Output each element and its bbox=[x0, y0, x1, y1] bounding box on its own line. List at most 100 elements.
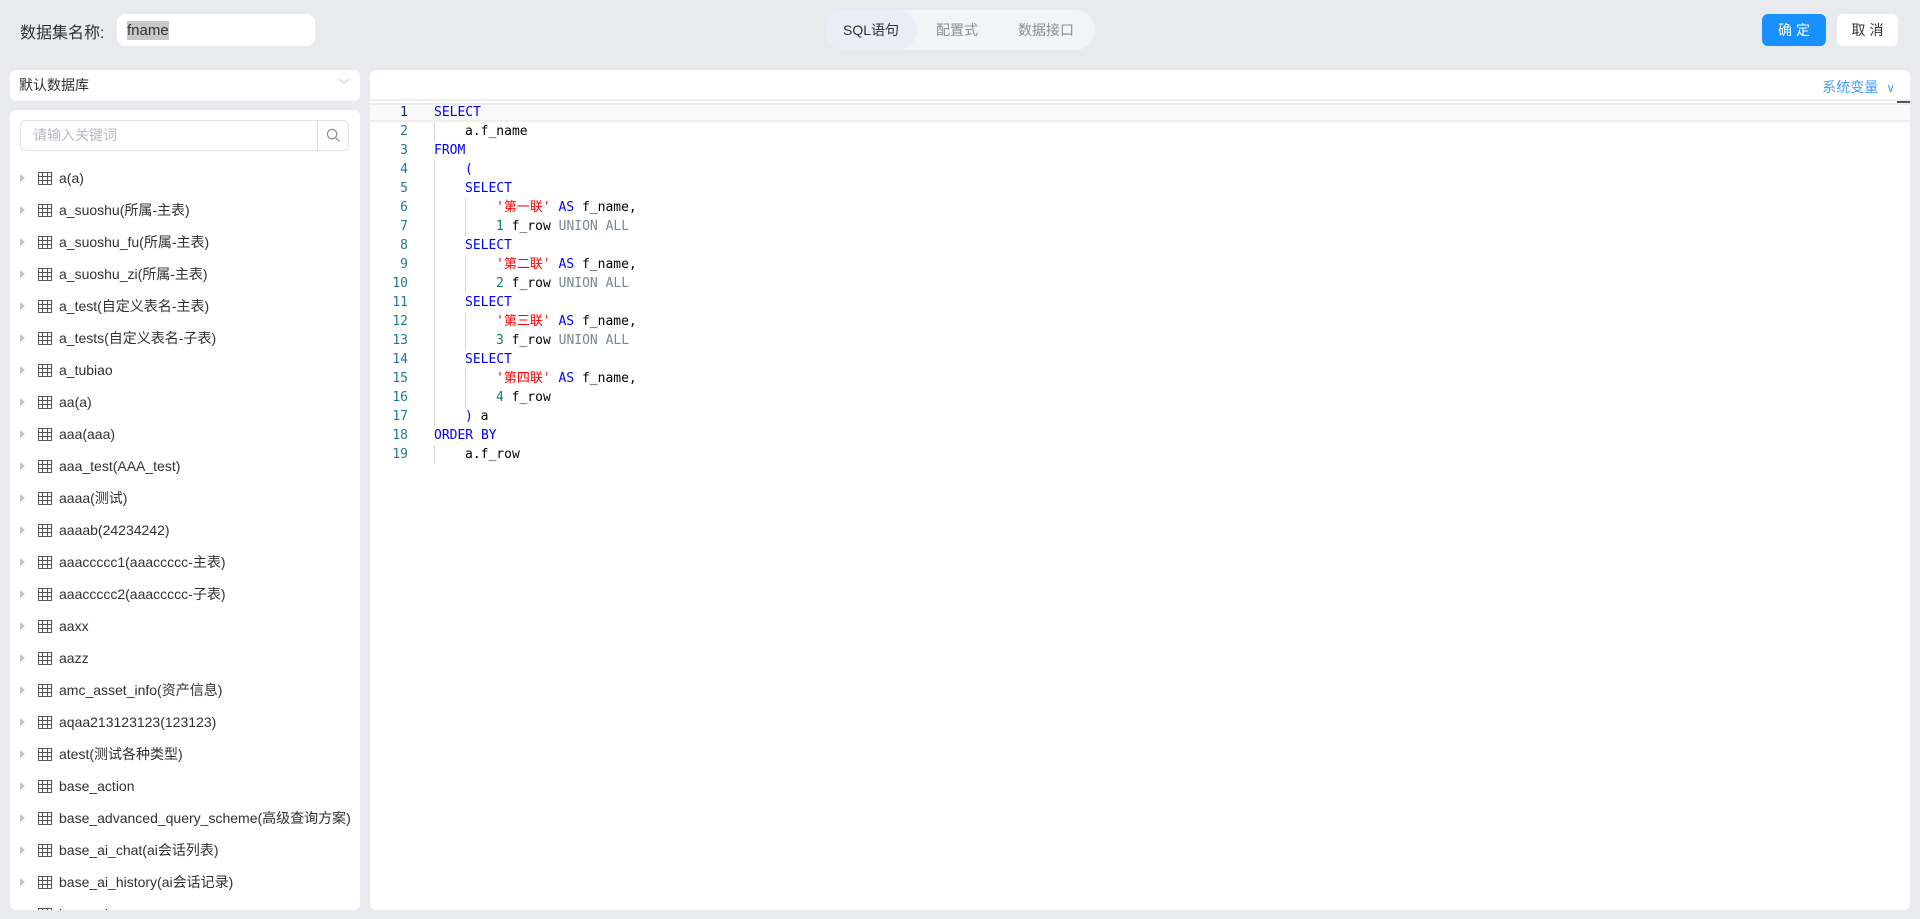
code-line: 3 FROM bbox=[370, 141, 1910, 160]
table-list-panel: 请输入关键词 a(a) a_suoshu(所属-主表) a_suoshu_fu(所属… bbox=[10, 110, 360, 910]
table-tree-item[interactable]: aaaa(测试) bbox=[10, 482, 360, 514]
code-line: 8 SELECT bbox=[370, 236, 1910, 255]
code-text: SELECT bbox=[465, 350, 512, 369]
line-number: 7 bbox=[400, 219, 408, 234]
code-line: 18 ORDER BY bbox=[370, 426, 1910, 445]
table-tree-item[interactable]: a_suoshu_fu(所属-主表) bbox=[10, 226, 360, 258]
indent-guide bbox=[465, 274, 466, 293]
expand-arrow-icon[interactable] bbox=[20, 430, 25, 438]
code-token: SELECT bbox=[434, 105, 481, 120]
expand-arrow-icon[interactable] bbox=[20, 270, 25, 278]
table-tree-item[interactable]: aaxx bbox=[10, 610, 360, 642]
table-tree-item[interactable]: base_ai_chat(ai会话列表) bbox=[10, 834, 360, 866]
tab-data-api[interactable]: 数据接口 bbox=[997, 10, 1095, 50]
table-tree-item[interactable]: a_tests(自定义表名-子表) bbox=[10, 322, 360, 354]
expand-arrow-icon[interactable] bbox=[20, 302, 25, 310]
expand-arrow-icon[interactable] bbox=[20, 206, 25, 214]
table-tree-item[interactable]: base_advanced_query_scheme(高级查询方案) bbox=[10, 802, 360, 834]
indent-guide bbox=[434, 369, 435, 388]
expand-arrow-icon[interactable] bbox=[20, 398, 25, 406]
table-icon bbox=[38, 683, 52, 697]
table-name: amc_asset_info(资产信息) bbox=[59, 682, 223, 698]
expand-arrow-icon[interactable] bbox=[20, 366, 25, 374]
table-tree-item[interactable]: base_ai_history(ai会话记录) bbox=[10, 866, 360, 898]
table-tree-item[interactable]: base_action bbox=[10, 770, 360, 802]
table-tree-item[interactable]: aaa_test(AAA_test) bbox=[10, 450, 360, 482]
line-number: 4 bbox=[400, 162, 408, 177]
code-token: FROM bbox=[434, 143, 466, 158]
expand-arrow-icon[interactable] bbox=[20, 558, 25, 566]
line-number: 19 bbox=[392, 447, 408, 462]
expand-arrow-icon[interactable] bbox=[20, 174, 25, 182]
cancel-button[interactable]: 取消 bbox=[1837, 14, 1898, 46]
code-token: 1 bbox=[496, 219, 504, 234]
table-name: aaa_test(AAA_test) bbox=[59, 458, 181, 474]
table-search-input[interactable]: 请输入关键词 bbox=[21, 121, 317, 150]
table-tree-item[interactable]: aaaccccc1(aaaccccc-主表) bbox=[10, 546, 360, 578]
table-tree-item[interactable]: a_test(自定义表名-主表) bbox=[10, 290, 360, 322]
table-icon bbox=[38, 235, 52, 249]
code-token: UNION ALL bbox=[558, 276, 630, 291]
code-token: f_name, bbox=[574, 257, 637, 272]
indent-guide bbox=[465, 312, 466, 331]
code-text: a.f_row bbox=[465, 445, 520, 464]
code-token: SELECT bbox=[465, 181, 512, 196]
code-token: UNION ALL bbox=[558, 333, 630, 348]
sql-editor[interactable]: 系统变量 ∨ 1 SELECT 2 a.f_name 3 FROM 4(5 SELECT 6 '第一… bbox=[370, 70, 1910, 910]
search-icon bbox=[326, 128, 340, 143]
table-tree-item[interactable]: a_suoshu_zi(所属-主表) bbox=[10, 258, 360, 290]
expand-arrow-icon[interactable] bbox=[20, 334, 25, 342]
expand-arrow-icon[interactable] bbox=[20, 878, 25, 886]
code-token: f_row bbox=[503, 219, 559, 234]
code-line: 1 SELECT bbox=[370, 103, 1910, 122]
database-select[interactable]: 默认数据库 ﹀ bbox=[10, 70, 360, 101]
table-tree-item[interactable]: aqaa213123123(123123) bbox=[10, 706, 360, 738]
search-button[interactable] bbox=[317, 121, 348, 150]
expand-arrow-icon[interactable] bbox=[20, 686, 25, 694]
line-number: 16 bbox=[392, 390, 408, 405]
table-name: aaaccccc2(aaaccccc-子表) bbox=[59, 586, 226, 602]
tab-sql[interactable]: SQL语句 bbox=[825, 10, 917, 50]
table-name: a_tubiao bbox=[59, 362, 113, 378]
line-number: 1 bbox=[400, 105, 408, 120]
tab-config[interactable]: 配置式 bbox=[917, 10, 997, 50]
code-area[interactable]: 1 SELECT 2 a.f_name 3 FROM 4(5 SELECT 6 '第一联' AS … bbox=[370, 103, 1910, 464]
table-icon bbox=[38, 619, 52, 633]
code-line: 10 2 f_row UNION ALL bbox=[370, 274, 1910, 293]
table-tree-item[interactable]: a_tubiao bbox=[10, 354, 360, 386]
expand-arrow-icon[interactable] bbox=[20, 462, 25, 470]
table-tree-item[interactable]: aaa(aaa) bbox=[10, 418, 360, 450]
code-token: a bbox=[472, 409, 489, 424]
table-name: base_ai_... bbox=[59, 906, 128, 910]
table-tree-item[interactable]: atest(测试各种类型) bbox=[10, 738, 360, 770]
table-tree-item[interactable]: base_ai_... bbox=[10, 898, 360, 910]
table-name: aaaab(24234242) bbox=[59, 522, 170, 538]
code-line: 9 '第二联' AS f_name, bbox=[370, 255, 1910, 274]
table-tree-item[interactable]: a_suoshu(所属-主表) bbox=[10, 194, 360, 226]
expand-arrow-icon[interactable] bbox=[20, 654, 25, 662]
expand-arrow-icon[interactable] bbox=[20, 622, 25, 630]
indent-guide bbox=[434, 274, 435, 293]
code-text: ( bbox=[465, 160, 473, 179]
table-name: base_advanced_query_scheme(高级查询方案) bbox=[59, 810, 351, 826]
table-tree-item[interactable]: a(a) bbox=[10, 162, 360, 194]
expand-arrow-icon[interactable] bbox=[20, 750, 25, 758]
table-tree-item[interactable]: aazz bbox=[10, 642, 360, 674]
expand-arrow-icon[interactable] bbox=[20, 590, 25, 598]
table-name: aaaa(测试) bbox=[59, 490, 128, 506]
confirm-button[interactable]: 确定 bbox=[1762, 14, 1826, 46]
table-tree-item[interactable]: amc_asset_info(资产信息) bbox=[10, 674, 360, 706]
table-tree: a(a) a_suoshu(所属-主表) a_suoshu_fu(所属-主表) a_s… bbox=[10, 162, 360, 910]
expand-arrow-icon[interactable] bbox=[20, 814, 25, 822]
table-tree-item[interactable]: aaaccccc2(aaaccccc-子表) bbox=[10, 578, 360, 610]
table-tree-item[interactable]: aa(a) bbox=[10, 386, 360, 418]
expand-arrow-icon[interactable] bbox=[20, 238, 25, 246]
expand-arrow-icon[interactable] bbox=[20, 494, 25, 502]
expand-arrow-icon[interactable] bbox=[20, 718, 25, 726]
system-variables-dropdown[interactable]: 系统变量 ∨ bbox=[1822, 77, 1895, 97]
dataset-name-input[interactable]: fname bbox=[117, 14, 315, 46]
table-tree-item[interactable]: aaaab(24234242) bbox=[10, 514, 360, 546]
expand-arrow-icon[interactable] bbox=[20, 526, 25, 534]
expand-arrow-icon[interactable] bbox=[20, 782, 25, 790]
expand-arrow-icon[interactable] bbox=[20, 846, 25, 854]
